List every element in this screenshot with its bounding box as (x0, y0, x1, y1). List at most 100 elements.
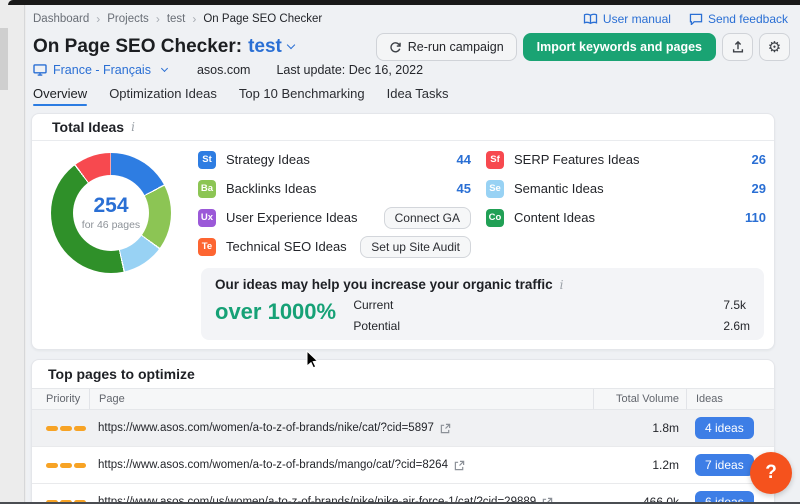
breadcrumb-test[interactable]: test (167, 13, 186, 25)
last-update-label: Last update: Dec 16, 2022 (276, 63, 423, 77)
list-item: St Strategy Ideas 44 (198, 145, 471, 174)
import-keywords-label: Import keywords and pages (537, 40, 702, 54)
technical-seo-ideas-icon: Te (198, 238, 216, 256)
table-row: https://www.asos.com/women/a-to-z-of-bra… (32, 447, 774, 484)
setup-site-audit-button[interactable]: Set up Site Audit (360, 236, 471, 258)
breadcrumb-separator-icon: › (185, 12, 203, 26)
top-pages-card: Top pages to optimize Priority Page Tota… (31, 359, 775, 502)
serp-features-ideas-icon: Sf (486, 151, 504, 169)
tab-top10-benchmarking[interactable]: Top 10 Benchmarking (239, 86, 365, 106)
help-button[interactable]: ? (750, 452, 792, 494)
backlinks-ideas-icon: Ba (198, 180, 216, 198)
table-row: https://www.asos.com/women/a-to-z-of-bra… (32, 410, 774, 447)
content-ideas-count[interactable]: 110 (745, 210, 766, 225)
content-ideas-label: Content Ideas (514, 210, 595, 225)
breadcrumb-separator-icon: › (149, 12, 167, 26)
tab-idea-tasks[interactable]: Idea Tasks (387, 86, 449, 106)
page-url: https://www.asos.com/women/a-to-z-of-bra… (98, 422, 434, 434)
tab-optimization-ideas[interactable]: Optimization Ideas (109, 86, 217, 106)
column-total-volume: Total Volume (593, 389, 686, 409)
domain-label: asos.com (197, 63, 251, 77)
total-volume-value: 466.0k (593, 495, 686, 502)
technical-seo-ideas-label: Technical SEO Ideas (226, 239, 347, 254)
donut-center: 254 for 46 pages (51, 153, 171, 273)
priority-dashes-icon (46, 463, 89, 468)
connect-ga-button[interactable]: Connect GA (384, 207, 471, 229)
breadcrumb-dashboard[interactable]: Dashboard (33, 13, 89, 25)
potential-traffic-row: Potential 2.6m (353, 319, 750, 333)
page-title-text: On Page SEO Checker: (33, 36, 242, 58)
list-item: Se Semantic Ideas 29 (486, 174, 766, 203)
monitor-icon (33, 64, 47, 76)
strategy-ideas-icon: St (198, 151, 216, 169)
column-ideas: Ideas (686, 389, 774, 409)
window: Dashboard › Projects › test › On Page SE… (0, 0, 800, 504)
backlinks-ideas-label: Backlinks Ideas (226, 181, 316, 196)
list-item: Ux User Experience Ideas Connect GA (198, 203, 471, 232)
total-ideas-count: 254 (93, 195, 128, 217)
backlinks-ideas-count[interactable]: 45 (457, 181, 471, 196)
total-ideas-card: Total Ideas i 254 for 46 pages St Strate… (31, 113, 775, 350)
info-icon[interactable]: i (131, 120, 135, 134)
list-item: Co Content Ideas 110 (486, 203, 766, 232)
book-icon (583, 13, 598, 25)
gear-icon: ⚙ (768, 40, 781, 55)
breadcrumb-separator-icon: › (89, 12, 107, 26)
traffic-highlight: over 1000% (215, 299, 353, 333)
breadcrumb-projects[interactable]: Projects (107, 13, 149, 25)
traffic-bars: Current 7.5k Potential 2.6m (353, 298, 750, 333)
user-experience-ideas-label: User Experience Ideas (226, 210, 358, 225)
strategy-ideas-count[interactable]: 44 (457, 152, 471, 167)
page-title: On Page SEO Checker: test (33, 36, 294, 58)
total-ideas-title: Total Ideas (52, 119, 124, 135)
import-keywords-button[interactable]: Import keywords and pages (523, 33, 716, 61)
title-row: On Page SEO Checker: test Re-run campaig… (26, 33, 800, 61)
rerun-campaign-button[interactable]: Re-run campaign (376, 33, 517, 61)
user-manual-label: User manual (603, 12, 671, 26)
total-ideas-body: 254 for 46 pages St Strategy Ideas 44 Ba… (32, 141, 774, 349)
external-link-icon[interactable] (440, 423, 451, 434)
language-label: France - Français (53, 63, 151, 77)
tab-bar: Overview Optimization Ideas Top 10 Bench… (26, 86, 800, 106)
list-item: Ba Backlinks Ideas 45 (198, 174, 471, 203)
chevron-down-icon (161, 65, 168, 72)
current-label: Current (353, 298, 413, 312)
traffic-title: Our ideas may help you increase your org… (215, 277, 553, 292)
info-icon[interactable]: i (560, 278, 564, 292)
window-top-edge (8, 0, 800, 5)
page-link[interactable]: https://www.asos.com/women/a-to-z-of-bra… (98, 422, 593, 434)
send-feedback-link[interactable]: Send feedback (689, 12, 788, 26)
strategy-ideas-label: Strategy Ideas (226, 152, 310, 167)
ideas-count-button[interactable]: 6 ideas (695, 491, 754, 502)
serp-features-ideas-count[interactable]: 26 (752, 152, 766, 167)
feedback-bubble-icon (689, 13, 703, 25)
external-link-icon[interactable] (454, 460, 465, 471)
language-selector[interactable]: France - Français (33, 63, 167, 77)
window-left-edge (0, 5, 25, 502)
breadcrumb: Dashboard › Projects › test › On Page SE… (33, 12, 322, 26)
total-volume-value: 1.2m (593, 458, 686, 472)
organic-traffic-panel: Our ideas may help you increase your org… (201, 268, 764, 340)
user-manual-link[interactable]: User manual (583, 12, 671, 26)
column-priority: Priority (32, 393, 89, 405)
semantic-ideas-count[interactable]: 29 (752, 181, 766, 196)
page-link[interactable]: https://www.asos.com/women/a-to-z-of-bra… (98, 459, 593, 471)
export-button[interactable] (722, 33, 753, 61)
ideas-count-button[interactable]: 7 ideas (695, 454, 754, 476)
list-item: Sf SERP Features Ideas 26 (486, 145, 766, 174)
settings-button[interactable]: ⚙ (759, 33, 790, 61)
breadcrumb-current: On Page SEO Checker (203, 13, 322, 25)
traffic-panel-title-row: Our ideas may help you increase your org… (215, 277, 750, 292)
ideas-cell: 6 ideas (686, 491, 774, 502)
tab-overview[interactable]: Overview (33, 86, 87, 106)
project-name: test (248, 36, 282, 58)
potential-bar (413, 322, 713, 330)
upload-icon (731, 40, 745, 54)
table-header-row: Priority Page Total Volume Ideas (32, 388, 774, 410)
ideas-list-left: St Strategy Ideas 44 Ba Backlinks Ideas … (198, 145, 471, 261)
potential-value: 2.6m (723, 319, 750, 333)
ideas-count-button[interactable]: 4 ideas (695, 417, 754, 439)
ideas-cell: 4 ideas (686, 417, 774, 439)
priority-indicator (32, 463, 89, 468)
project-selector[interactable]: test (248, 36, 294, 58)
